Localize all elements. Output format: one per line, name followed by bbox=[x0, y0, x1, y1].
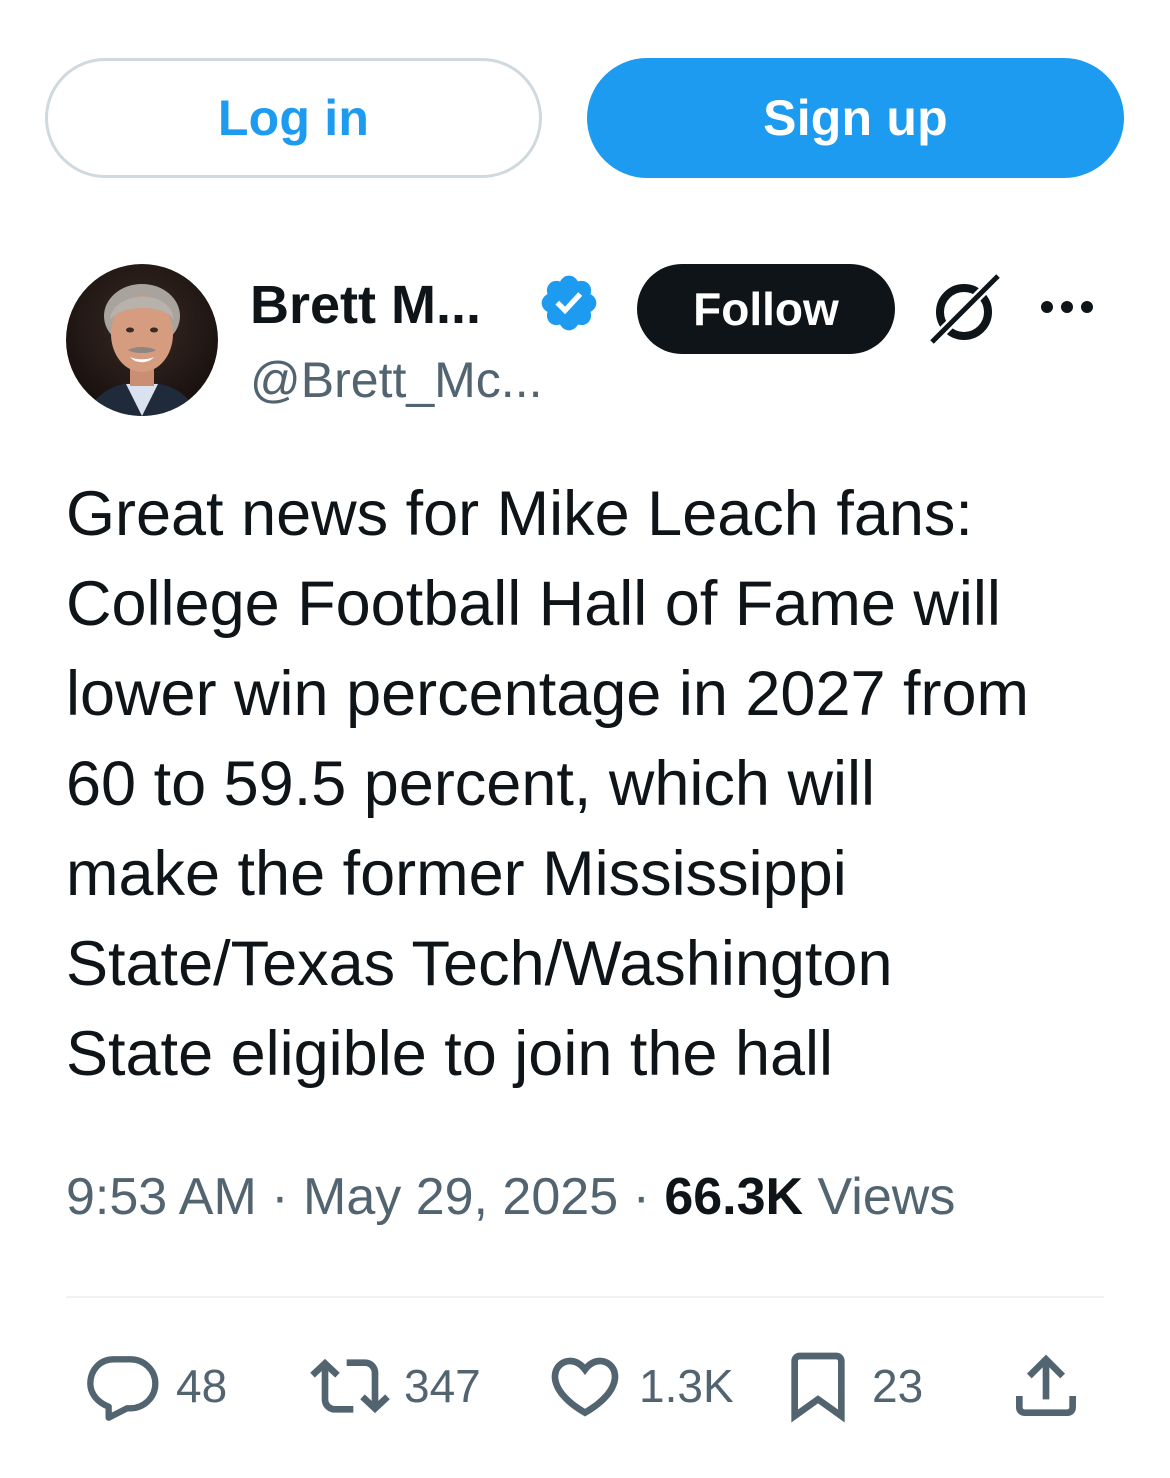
reply-icon bbox=[87, 1356, 159, 1421]
tweet-text: Great news for Mike Leach fans: College … bbox=[66, 479, 1030, 1089]
repost-button[interactable]: 347 bbox=[310, 1346, 481, 1426]
repost-count: 347 bbox=[404, 1360, 481, 1412]
tweet-date[interactable]: May 29, 2025 bbox=[303, 1168, 618, 1226]
repost-icon bbox=[310, 1358, 390, 1414]
bookmark-count: 23 bbox=[872, 1360, 924, 1412]
avatar-image bbox=[66, 264, 218, 416]
views-label: Views bbox=[803, 1168, 956, 1226]
reply-count: 48 bbox=[176, 1360, 228, 1412]
author-handle[interactable]: @Brett_Mc... bbox=[250, 348, 542, 412]
author-display-name[interactable]: Brett M... bbox=[250, 270, 481, 340]
share-button[interactable] bbox=[1006, 1346, 1086, 1426]
like-button[interactable]: 1.3K bbox=[545, 1346, 734, 1426]
reply-button[interactable]: 48 bbox=[82, 1346, 227, 1426]
views-count: 66.3K bbox=[664, 1168, 804, 1226]
follow-button[interactable]: Follow bbox=[637, 264, 895, 354]
bookmark-button[interactable]: 23 bbox=[778, 1346, 923, 1426]
divider bbox=[66, 1296, 1104, 1298]
more-options-icon[interactable] bbox=[1035, 285, 1099, 329]
grok-icon[interactable] bbox=[926, 272, 1002, 348]
verified-badge-icon bbox=[541, 275, 597, 331]
login-button[interactable]: Log in bbox=[45, 58, 542, 178]
avatar[interactable] bbox=[66, 264, 218, 416]
tweet-time[interactable]: 9:53 AM bbox=[66, 1168, 257, 1226]
like-count: 1.3K bbox=[639, 1360, 734, 1412]
tweet-meta: 9:53 AM · May 29, 2025 · 66.3K Views bbox=[66, 1162, 955, 1232]
share-icon bbox=[1016, 1354, 1076, 1416]
bookmark-icon bbox=[791, 1352, 845, 1423]
signup-button[interactable]: Sign up bbox=[587, 58, 1124, 178]
meta-separator: · bbox=[256, 1168, 304, 1226]
heart-icon bbox=[551, 1357, 619, 1417]
meta-separator: · bbox=[618, 1168, 665, 1226]
